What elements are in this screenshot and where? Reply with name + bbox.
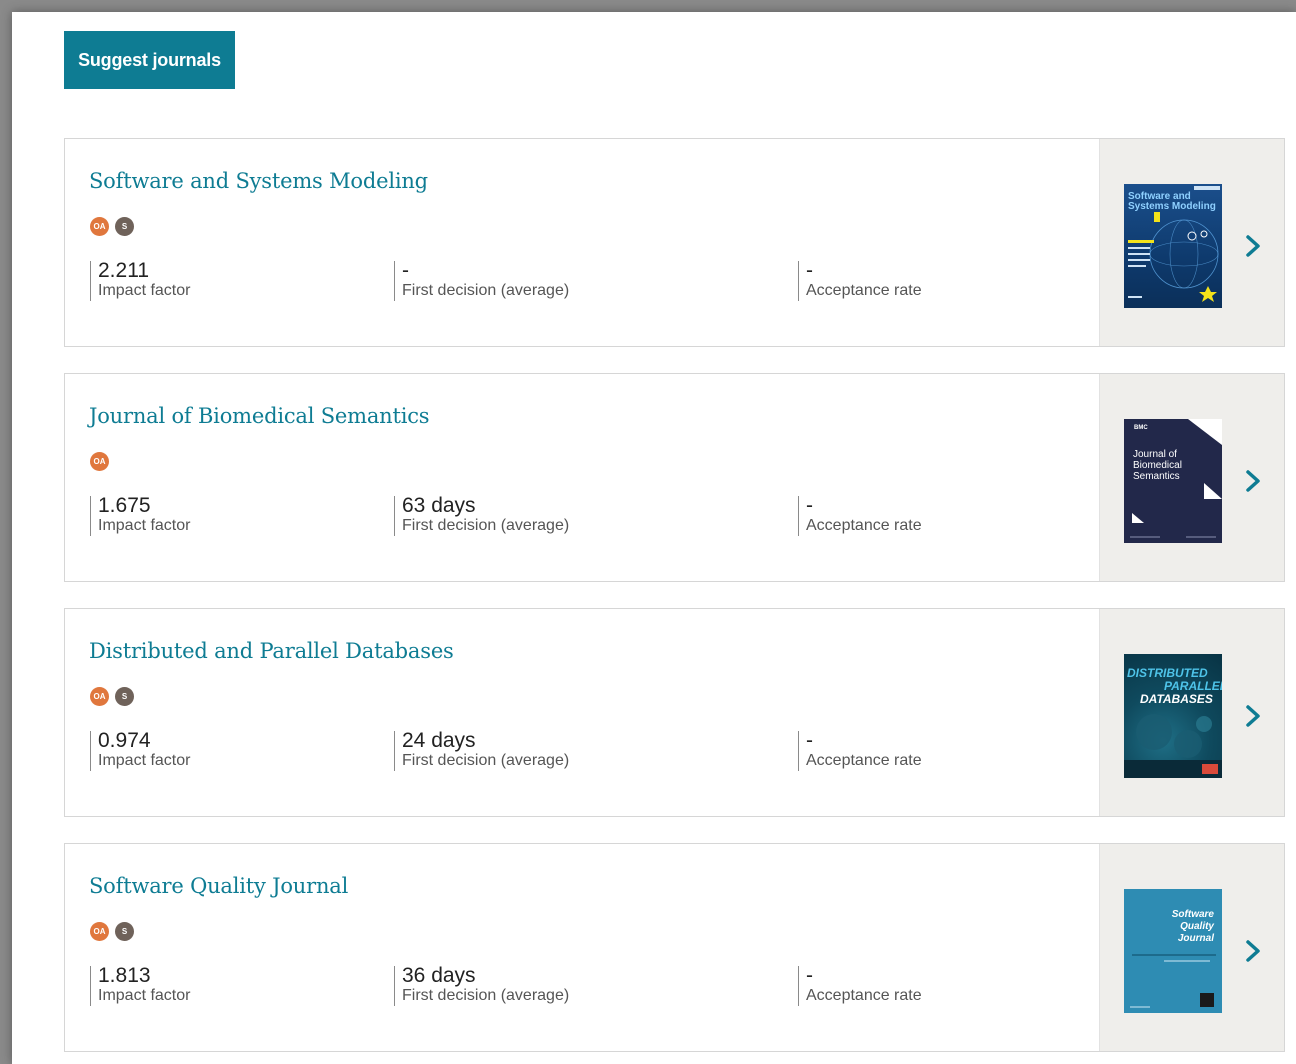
impact-factor-value: 1.675 bbox=[98, 494, 151, 517]
chevron-right-icon[interactable] bbox=[1240, 231, 1266, 261]
open-access-badge: OA bbox=[90, 687, 109, 706]
cover-title: Software Quality Journal bbox=[1171, 909, 1214, 944]
first-decision-metric: 24 days First decision (average) bbox=[394, 729, 570, 771]
journal-card-software-and-systems-modeling[interactable]: Software and Systems Modeling OA S 2.211… bbox=[64, 138, 1285, 347]
acceptance-rate-value: - bbox=[806, 259, 813, 282]
impact-factor-value: 1.813 bbox=[98, 964, 151, 987]
acceptance-rate-value: - bbox=[806, 494, 813, 517]
cover-brand: BMC bbox=[1134, 425, 1148, 431]
journal-card-distributed-and-parallel-databases[interactable]: Distributed and Parallel Databases OA S … bbox=[64, 608, 1285, 817]
first-decision-value: 36 days bbox=[402, 964, 476, 987]
impact-factor-metric: 2.211 Impact factor bbox=[90, 259, 191, 301]
acceptance-rate-label: Acceptance rate bbox=[806, 517, 922, 534]
journal-cover-image[interactable]: DISTRIBUTED PARALLEL DATABASES bbox=[1124, 654, 1222, 778]
journal-cover-image[interactable]: Software Quality Journal bbox=[1124, 889, 1222, 1013]
acceptance-rate-metric: - Acceptance rate bbox=[798, 964, 922, 1006]
impact-factor-metric: 0.974 Impact factor bbox=[90, 729, 191, 771]
impact-factor-label: Impact factor bbox=[98, 282, 191, 299]
open-access-badge: OA bbox=[90, 452, 109, 471]
journal-card-main: Journal of Biomedical Semantics OA 1.675… bbox=[65, 374, 1099, 581]
acceptance-rate-metric: - Acceptance rate bbox=[798, 259, 922, 301]
journal-cover-image[interactable]: Software and Systems Modeling bbox=[1124, 184, 1222, 308]
journal-card-journal-of-biomedical-semantics[interactable]: Journal of Biomedical Semantics OA 1.675… bbox=[64, 373, 1285, 582]
acceptance-rate-value: - bbox=[806, 729, 813, 752]
first-decision-metric: 63 days First decision (average) bbox=[394, 494, 570, 536]
journal-badges: OA S bbox=[90, 922, 134, 941]
journal-cover-panel: DISTRIBUTED PARALLEL DATABASES bbox=[1099, 609, 1284, 816]
suggest-journals-button[interactable]: Suggest journals bbox=[64, 31, 235, 89]
journal-cover-panel: BMC Journal of Biomedical Semantics bbox=[1099, 374, 1284, 581]
acceptance-rate-label: Acceptance rate bbox=[806, 282, 922, 299]
first-decision-value: 63 days bbox=[402, 494, 476, 517]
first-decision-label: First decision (average) bbox=[402, 987, 570, 1004]
first-decision-metric: - First decision (average) bbox=[394, 259, 570, 301]
acceptance-rate-label: Acceptance rate bbox=[806, 987, 922, 1004]
subscription-badge: S bbox=[115, 922, 134, 941]
journal-cover-panel: Software and Systems Modeling bbox=[1099, 139, 1284, 346]
impact-factor-value: 0.974 bbox=[98, 729, 151, 752]
journal-cover-panel: Software Quality Journal bbox=[1099, 844, 1284, 1051]
journal-card-software-quality-journal[interactable]: Software Quality Journal OA S 1.813 Impa… bbox=[64, 843, 1285, 1052]
journal-card-main: Software and Systems Modeling OA S 2.211… bbox=[65, 139, 1099, 346]
journal-title-link[interactable]: Software Quality Journal bbox=[89, 874, 348, 898]
page-frame: Suggest journals Software and Systems Mo… bbox=[12, 12, 1296, 1064]
first-decision-label: First decision (average) bbox=[402, 517, 570, 534]
first-decision-metric: 36 days First decision (average) bbox=[394, 964, 570, 1006]
journal-list: Software and Systems Modeling OA S 2.211… bbox=[64, 138, 1285, 1064]
impact-factor-label: Impact factor bbox=[98, 517, 191, 534]
impact-factor-label: Impact factor bbox=[98, 752, 191, 769]
journal-title-link[interactable]: Distributed and Parallel Databases bbox=[89, 639, 454, 663]
impact-factor-label: Impact factor bbox=[98, 987, 191, 1004]
journal-title-link[interactable]: Journal of Biomedical Semantics bbox=[89, 404, 430, 428]
journal-badges: OA S bbox=[90, 217, 134, 236]
impact-factor-value: 2.211 bbox=[98, 259, 149, 282]
acceptance-rate-metric: - Acceptance rate bbox=[798, 494, 922, 536]
chevron-right-icon[interactable] bbox=[1240, 466, 1266, 496]
cover-title-line-2: PARALLEL bbox=[1164, 679, 1222, 693]
first-decision-value: 24 days bbox=[402, 729, 476, 752]
cover-art-lines bbox=[1130, 954, 1216, 1008]
acceptance-rate-metric: - Acceptance rate bbox=[798, 729, 922, 771]
journal-card-main: Software Quality Journal OA S 1.813 Impa… bbox=[65, 844, 1099, 1051]
journal-badges: OA S bbox=[90, 687, 134, 706]
open-access-badge: OA bbox=[90, 217, 109, 236]
journal-badges: OA bbox=[90, 452, 109, 471]
journal-card-main: Distributed and Parallel Databases OA S … bbox=[65, 609, 1099, 816]
cover-title: Software and Systems Modeling bbox=[1128, 191, 1216, 212]
chevron-right-icon[interactable] bbox=[1240, 936, 1266, 966]
impact-factor-metric: 1.675 Impact factor bbox=[90, 494, 191, 536]
acceptance-rate-value: - bbox=[806, 964, 813, 987]
subscription-badge: S bbox=[115, 687, 134, 706]
impact-factor-metric: 1.813 Impact factor bbox=[90, 964, 191, 1006]
cover-title: Journal of Biomedical Semantics bbox=[1133, 449, 1182, 482]
cover-title-line-1: DISTRIBUTED bbox=[1127, 666, 1208, 680]
first-decision-label: First decision (average) bbox=[402, 282, 570, 299]
open-access-badge: OA bbox=[90, 922, 109, 941]
acceptance-rate-label: Acceptance rate bbox=[806, 752, 922, 769]
cover-title-line-3: DATABASES bbox=[1140, 692, 1213, 706]
first-decision-label: First decision (average) bbox=[402, 752, 570, 769]
journal-cover-image[interactable]: BMC Journal of Biomedical Semantics bbox=[1124, 419, 1222, 543]
chevron-right-icon[interactable] bbox=[1240, 701, 1266, 731]
first-decision-value: - bbox=[402, 259, 409, 282]
subscription-badge: S bbox=[115, 217, 134, 236]
journal-title-link[interactable]: Software and Systems Modeling bbox=[89, 169, 428, 193]
